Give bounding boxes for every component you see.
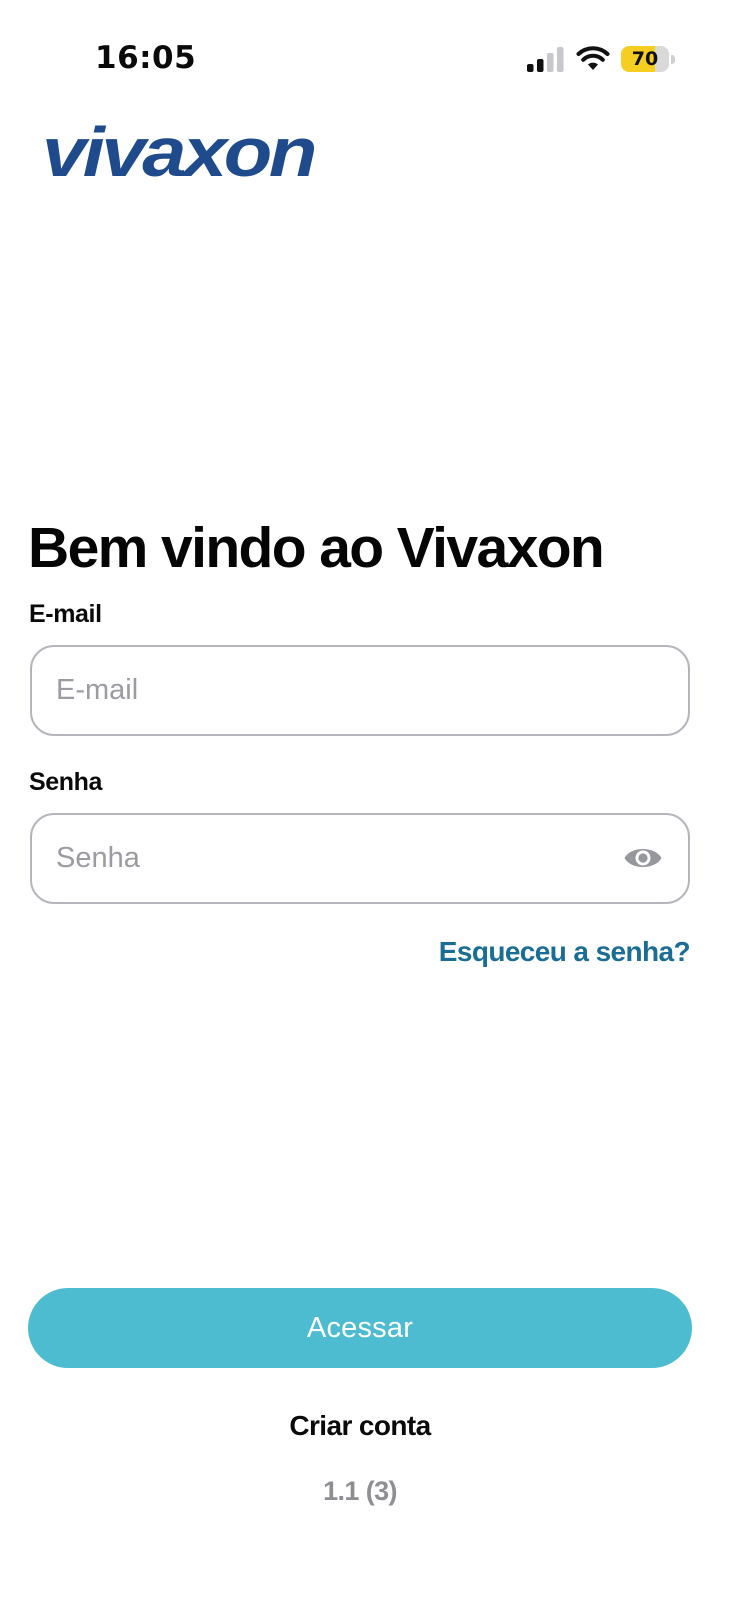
email-field-container[interactable] (30, 645, 690, 736)
email-label: E-mail (29, 600, 102, 628)
forgot-password-link[interactable]: Esqueceu a senha? (439, 936, 691, 968)
vivaxon-logo: vivaxon (42, 118, 317, 191)
wifi-icon (576, 46, 610, 70)
email-input[interactable] (56, 647, 616, 734)
eye-icon[interactable] (623, 844, 663, 872)
status-time: 16:05 (95, 40, 197, 76)
status-bar: 16:05 70 (0, 0, 736, 118)
app-version: 1.1 (3) (323, 1476, 397, 1506)
battery-cap (671, 55, 675, 64)
svg-text:vivaxon: vivaxon (42, 118, 314, 191)
cellular-signal-icon (527, 47, 564, 72)
create-account-link[interactable]: Criar conta (0, 1410, 720, 1442)
battery-icon: 70 (621, 46, 669, 72)
battery-level: 70 (631, 48, 659, 70)
access-button[interactable]: Acessar (28, 1288, 692, 1368)
page-title: Bem vindo ao Vivaxon (28, 516, 605, 580)
password-field-container[interactable] (30, 813, 690, 904)
password-input[interactable] (56, 815, 616, 902)
password-label: Senha (29, 768, 103, 796)
battery-indicator: 70 (621, 46, 675, 74)
